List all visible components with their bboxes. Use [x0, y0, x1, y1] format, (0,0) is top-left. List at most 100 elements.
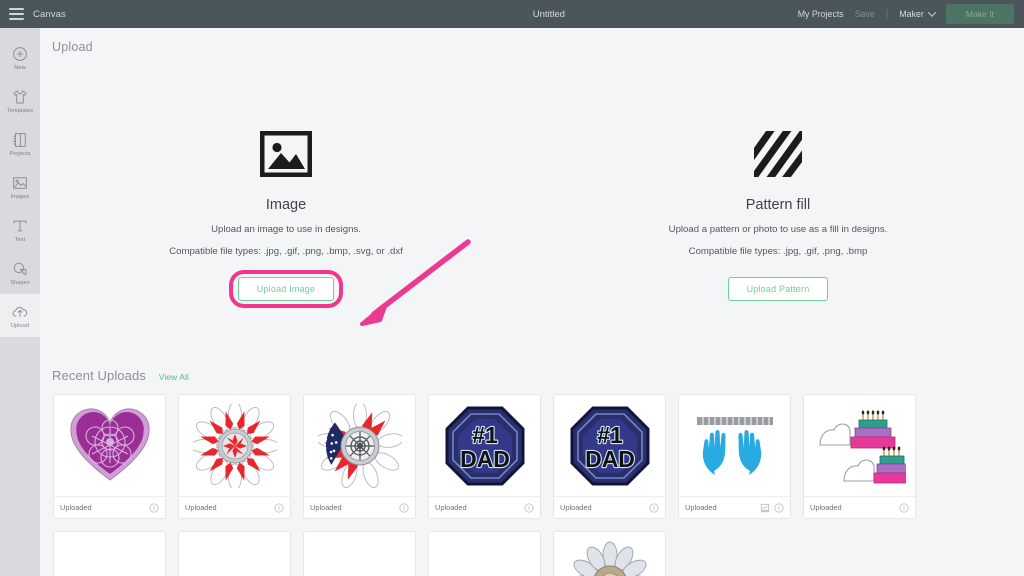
upload-thumb[interactable]: #1 DAD Uploaded: [428, 394, 541, 519]
upload-thumb[interactable]: Uploaded: [803, 394, 916, 519]
top-bar: Canvas Untitled My Projects Save | Maker…: [0, 0, 1024, 28]
upload-pattern-button[interactable]: Upload Pattern: [727, 277, 829, 301]
svg-text:DAD: DAD: [460, 446, 510, 472]
upload-thumb[interactable]: #1 DAD Uploaded: [553, 394, 666, 519]
machine-label: Maker: [899, 9, 924, 19]
upload-image-button-wrap: Upload Image: [228, 270, 344, 308]
svg-text:DAD: DAD: [585, 446, 635, 472]
view-all-link[interactable]: View All: [159, 372, 189, 382]
upload-thumb-footer: Uploaded: [54, 496, 165, 518]
number-one-dad-badge-art: #1 DAD: [429, 395, 540, 496]
save-button[interactable]: Save: [855, 9, 875, 19]
shapes-icon: [11, 260, 29, 278]
cut-preview-icon[interactable]: [760, 503, 770, 513]
upload-status-label: Uploaded: [810, 503, 842, 512]
usa-flag-mandala-flower-art: [304, 395, 415, 496]
upload-status-label: Uploaded: [435, 503, 467, 512]
upload-card-pattern-fill: Pattern fill Upload a pattern or photo t…: [532, 126, 1024, 301]
svg-text:#1: #1: [472, 422, 498, 448]
red-mandala-flower-art: [179, 395, 290, 496]
number-one-dad-badge-art: #1 DAD: [554, 395, 665, 496]
upload-status-label: Uploaded: [685, 503, 717, 512]
info-circle-icon[interactable]: [774, 503, 784, 513]
upload-thumb-footer: Uploaded: [429, 496, 540, 518]
sidebar-item-label: Images: [10, 193, 30, 200]
blank-art: [304, 532, 415, 576]
upload-card-image: Image Upload an image to use in designs.…: [40, 126, 532, 308]
info-circle-icon[interactable]: [274, 503, 284, 513]
upload-status-label: Uploaded: [310, 503, 342, 512]
top-bar-left: Canvas: [0, 8, 300, 20]
top-bar-right: My Projects Save | Maker Make It: [798, 4, 1024, 24]
upload-thumb[interactable]: Uploaded: [678, 394, 791, 519]
diagonal-stripes-icon: [754, 126, 802, 182]
page-title: Upload: [52, 40, 93, 54]
info-circle-icon[interactable]: [524, 503, 534, 513]
sidebar-item-text[interactable]: Text: [0, 208, 40, 251]
upload-thumb[interactable]: [428, 531, 541, 576]
upload-image-button[interactable]: Upload Image: [237, 277, 335, 301]
sidebar-item-projects[interactable]: Projects: [0, 122, 40, 165]
chevron-down-icon: [927, 8, 937, 17]
app-label: Canvas: [33, 8, 66, 20]
upload-card-description: Upload a pattern or photo to use as a fi…: [668, 224, 888, 235]
upload-status-label: Uploaded: [60, 503, 92, 512]
upload-thumb-footer: Uploaded: [304, 496, 415, 518]
sidebar-item-label: Upload: [10, 322, 30, 329]
upload-thumb-footer: Uploaded: [804, 496, 915, 518]
blank-art: [179, 532, 290, 576]
image-icon: [11, 174, 29, 192]
upload-thumb-footer: Uploaded: [679, 496, 790, 518]
blank-art: [54, 532, 165, 576]
sidebar-item-templates[interactable]: Templates: [0, 79, 40, 122]
machine-selector[interactable]: Maker: [899, 8, 937, 19]
recent-uploads-title: Recent Uploads: [52, 368, 146, 383]
upload-thumb[interactable]: [553, 531, 666, 576]
upload-thumb[interactable]: Uploaded: [178, 394, 291, 519]
project-title[interactable]: Untitled: [300, 9, 798, 20]
upload-thumb[interactable]: [303, 531, 416, 576]
notebook-icon: [11, 131, 29, 149]
upload-thumb-footer: Uploaded: [179, 496, 290, 518]
upload-pattern-button-wrap: Upload Pattern: [727, 277, 829, 301]
sidebar: New Templates Projects Images Text Shape…: [0, 28, 40, 576]
upload-card-file-types: Compatible file types: .jpg, .gif, .png,…: [169, 246, 403, 257]
info-circle-icon[interactable]: [399, 503, 409, 513]
upload-card-title: Image: [265, 197, 307, 213]
upload-options: Image Upload an image to use in designs.…: [40, 126, 1024, 308]
info-circle-icon[interactable]: [899, 503, 909, 513]
sidebar-item-upload[interactable]: Upload: [0, 294, 40, 337]
upload-thumb[interactable]: [178, 531, 291, 576]
info-circle-icon[interactable]: [649, 503, 659, 513]
sidebar-item-label: Text: [14, 236, 26, 243]
gray-mandala-rosette-art: [554, 532, 665, 576]
sidebar-item-label: Shapes: [10, 279, 30, 286]
text-t-icon: [11, 217, 29, 235]
sidebar-item-images[interactable]: Images: [0, 165, 40, 208]
my-projects-link[interactable]: My Projects: [798, 9, 844, 19]
plus-circle-icon: [11, 45, 29, 63]
upload-cloud-icon: [11, 303, 29, 321]
hamburger-icon[interactable]: [9, 8, 24, 20]
birthday-cakes-art: [804, 395, 915, 496]
info-circle-icon[interactable]: [149, 503, 159, 513]
blue-hands-ruler-art: [679, 395, 790, 496]
recent-uploads-header: Recent Uploads View All: [52, 368, 189, 383]
blank-art: [429, 532, 540, 576]
upload-thumb-footer: Uploaded: [554, 496, 665, 518]
make-it-button[interactable]: Make It: [945, 4, 1014, 24]
sidebar-item-shapes[interactable]: Shapes: [0, 251, 40, 294]
sidebar-item-new[interactable]: New: [0, 36, 40, 79]
upload-card-file-types: Compatible file types: .jpg, .gif, .png,…: [688, 246, 868, 257]
sidebar-item-label: New: [14, 64, 26, 71]
sidebar-item-label: Projects: [9, 150, 31, 157]
upload-card-description: Upload an image to use in designs.: [211, 224, 361, 235]
tshirt-icon: [11, 88, 29, 106]
upload-status-label: Uploaded: [560, 503, 592, 512]
upload-thumb[interactable]: [53, 531, 166, 576]
upload-thumb[interactable]: Uploaded: [53, 394, 166, 519]
upload-thumb[interactable]: Uploaded: [303, 394, 416, 519]
photo-frame-icon: [260, 126, 312, 182]
upload-status-label: Uploaded: [185, 503, 217, 512]
sidebar-item-label: Templates: [6, 107, 34, 114]
